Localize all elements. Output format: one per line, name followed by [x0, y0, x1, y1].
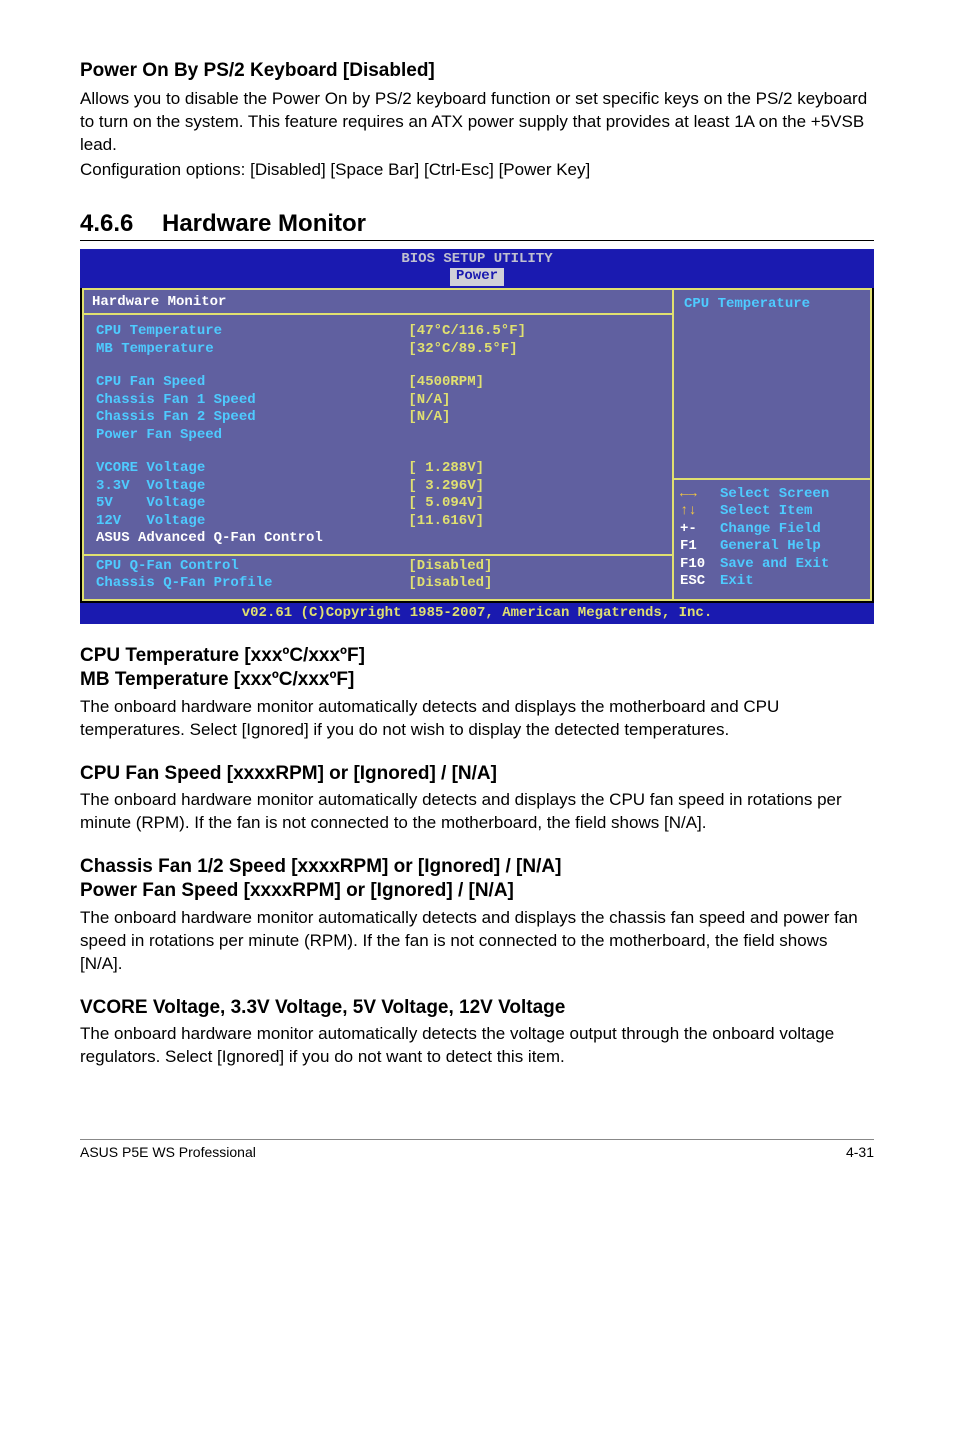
paragraph: The onboard hardware monitor automatical…	[80, 696, 874, 742]
footer-left: ASUS P5E WS Professional	[80, 1144, 256, 1160]
bios-help-title: CPU Temperature	[674, 290, 870, 478]
page-footer: ASUS P5E WS Professional 4-31	[80, 1139, 874, 1160]
bios-group-temperatures: CPU Temperature[47°C/116.5°F] MB Tempera…	[84, 315, 672, 554]
subheading: CPU Temperature [xxxºC/xxxºF]	[80, 644, 874, 668]
bios-right-panel: CPU Temperature ←→Select Screen ↑↓Select…	[672, 288, 872, 601]
key-row: F10Save and Exit	[680, 556, 864, 574]
section-title: Hardware Monitor	[162, 210, 366, 237]
bios-submenu-row[interactable]: ASUS Advanced Q-Fan Control	[96, 530, 664, 548]
bios-field-row[interactable]: Chassis Fan 2 Speed[N/A]	[96, 409, 664, 427]
paragraph: The onboard hardware monitor automatical…	[80, 1023, 874, 1069]
bios-field-row[interactable]: CPU Temperature[47°C/116.5°F]	[96, 323, 664, 341]
section-heading: 4.6.6Hardware Monitor	[80, 210, 874, 241]
bios-field-row[interactable]: CPU Q-Fan Control[Disabled]	[96, 558, 664, 576]
footer-right: 4-31	[846, 1144, 874, 1160]
bios-field-row[interactable]: VCORE Voltage[ 1.288V]	[96, 460, 664, 478]
key-row: +-Change Field	[680, 521, 864, 539]
bios-field-row[interactable]: Chassis Q-Fan Profile[Disabled]	[96, 575, 664, 593]
bios-key-legend: ←→Select Screen ↑↓Select Item +-Change F…	[674, 478, 870, 599]
setting-description: Allows you to disable the Power On by PS…	[80, 88, 874, 157]
paragraph: The onboard hardware monitor automatical…	[80, 907, 874, 976]
bios-field-row[interactable]: MB Temperature[32°C/89.5°F]	[96, 341, 664, 359]
arrow-ud-icon: ↑↓	[680, 503, 720, 521]
bios-footer: v02.61 (C)Copyright 1985-2007, American …	[80, 603, 874, 625]
bios-field-row[interactable]: 5V Voltage[ 5.094V]	[96, 495, 664, 513]
page-content: Power On By PS/2 Keyboard [Disabled] All…	[0, 0, 954, 1190]
subheading: MB Temperature [xxxºC/xxxºF]	[80, 668, 874, 692]
bios-field-row[interactable]: Power Fan Speed	[96, 427, 664, 445]
bios-panel-title: Hardware Monitor	[84, 290, 672, 316]
key-row: ESCExit	[680, 573, 864, 591]
key-row: ↑↓Select Item	[680, 503, 864, 521]
bios-body: Hardware Monitor CPU Temperature[47°C/11…	[80, 288, 874, 603]
key-row: F1General Help	[680, 538, 864, 556]
bios-active-tab[interactable]: Power	[450, 268, 504, 286]
key-row: ←→Select Screen	[680, 486, 864, 504]
paragraph: The onboard hardware monitor automatical…	[80, 789, 874, 835]
bios-tab-row: Power	[80, 268, 874, 288]
subheading: CPU Fan Speed [xxxxRPM] or [Ignored] / […	[80, 762, 874, 786]
setting-options: Configuration options: [Disabled] [Space…	[80, 159, 874, 182]
subheading: Power Fan Speed [xxxxRPM] or [Ignored] /…	[80, 879, 874, 903]
bios-title: BIOS SETUP UTILITY	[80, 249, 874, 269]
bios-field-row[interactable]: 12V Voltage[11.616V]	[96, 513, 664, 531]
bios-group-qfan: CPU Q-Fan Control[Disabled] Chassis Q-Fa…	[84, 556, 672, 599]
bios-field-row[interactable]: 3.3V Voltage[ 3.296V]	[96, 478, 664, 496]
section-number: 4.6.6	[80, 210, 162, 238]
subheading: VCORE Voltage, 3.3V Voltage, 5V Voltage,…	[80, 996, 874, 1020]
subheading: Chassis Fan 1/2 Speed [xxxxRPM] or [Igno…	[80, 855, 874, 879]
setting-heading: Power On By PS/2 Keyboard [Disabled]	[80, 60, 874, 82]
bios-left-panel: Hardware Monitor CPU Temperature[47°C/11…	[82, 288, 672, 601]
bios-field-row[interactable]: CPU Fan Speed[4500RPM]	[96, 374, 664, 392]
bios-field-row[interactable]: Chassis Fan 1 Speed[N/A]	[96, 392, 664, 410]
arrow-lr-icon: ←→	[680, 486, 720, 504]
bios-screenshot: BIOS SETUP UTILITY Power Hardware Monito…	[80, 249, 874, 625]
